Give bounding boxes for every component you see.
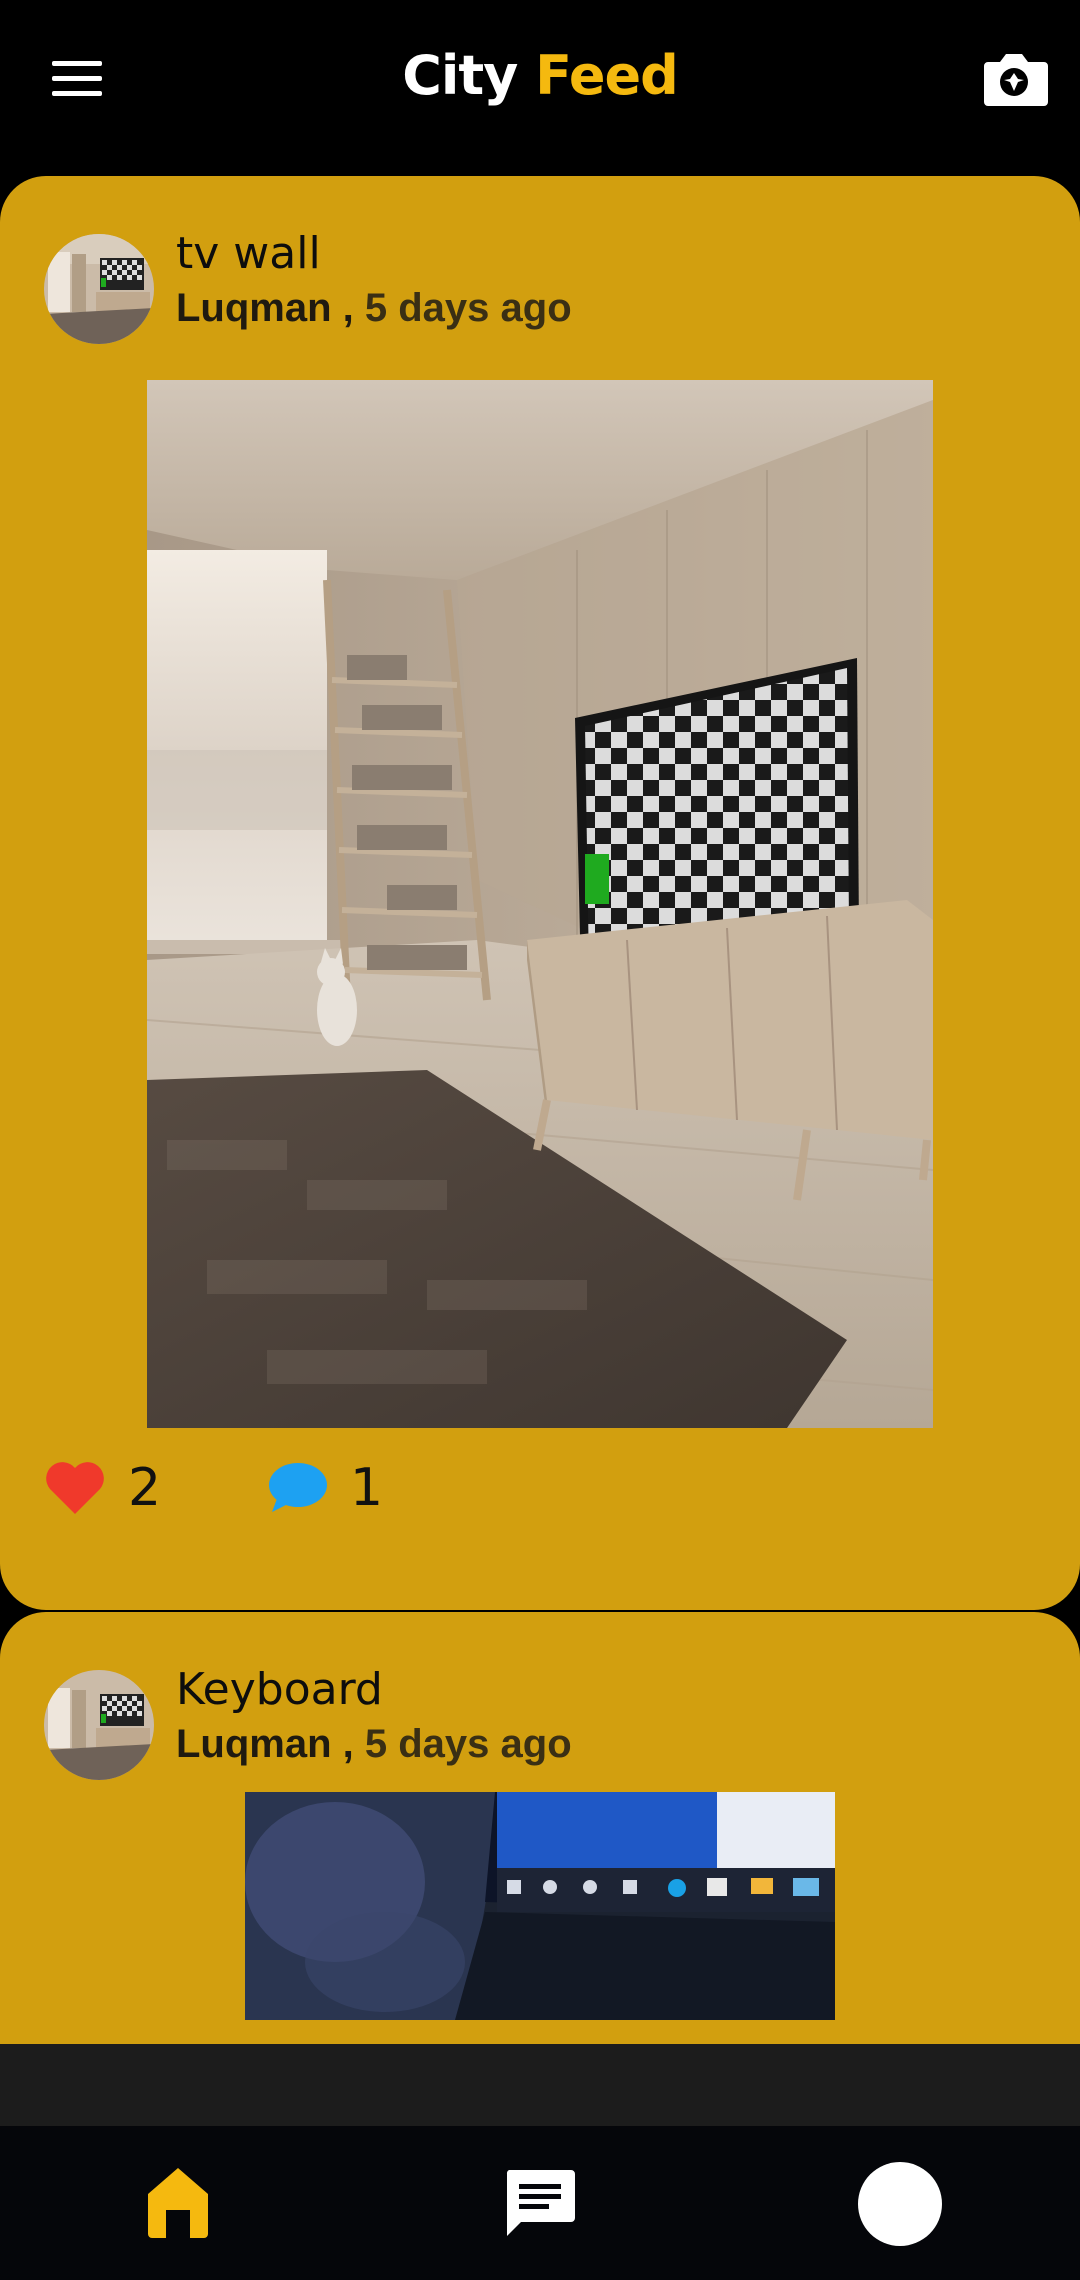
post-meta: Luqman , 5 days ago <box>176 1722 572 1767</box>
post-time: 5 days ago <box>364 1722 572 1766</box>
post-meta: Luqman , 5 days ago <box>176 286 572 331</box>
comment-count: 1 <box>350 1458 384 1518</box>
post-title: tv wall <box>176 228 321 279</box>
content-divider-strip <box>0 2044 1080 2126</box>
post-time: 5 days ago <box>364 286 572 330</box>
profile-avatar[interactable] <box>858 2162 942 2246</box>
meta-separator: , <box>331 286 365 330</box>
post-title: Keyboard <box>176 1664 383 1715</box>
comment-bubble-icon <box>269 1463 327 1512</box>
bottom-navigation <box>0 2126 1080 2280</box>
comment-button[interactable]: 1 <box>266 1458 383 1518</box>
meta-separator: , <box>331 1722 365 1766</box>
post-card[interactable]: tv wall Luqman , 5 days ago 2 1 <box>0 176 1080 1610</box>
camera-add-icon[interactable] <box>978 48 1050 108</box>
app-title-city: City <box>402 44 518 107</box>
chat-icon[interactable] <box>503 2166 577 2245</box>
post-photo[interactable] <box>147 380 933 1428</box>
app-title-feed: Feed <box>535 44 679 107</box>
profile-circle <box>858 2162 942 2246</box>
heart-icon <box>46 1462 104 1514</box>
like-count: 2 <box>128 1458 162 1518</box>
post-card[interactable]: Keyboard Luqman , 5 days ago <box>0 1612 1080 2044</box>
author-avatar[interactable] <box>44 1670 154 1780</box>
author-avatar[interactable] <box>44 234 154 344</box>
post-photo[interactable] <box>245 1792 835 2020</box>
app-title: City Feed <box>0 44 1080 107</box>
post-author[interactable]: Luqman <box>176 286 332 330</box>
home-icon[interactable] <box>144 2164 212 2245</box>
top-app-bar: City Feed <box>0 0 1080 160</box>
like-button[interactable]: 2 <box>44 1458 161 1518</box>
post-feed[interactable]: tv wall Luqman , 5 days ago 2 1 Keyboard… <box>0 176 1080 2044</box>
post-author[interactable]: Luqman <box>176 1722 332 1766</box>
